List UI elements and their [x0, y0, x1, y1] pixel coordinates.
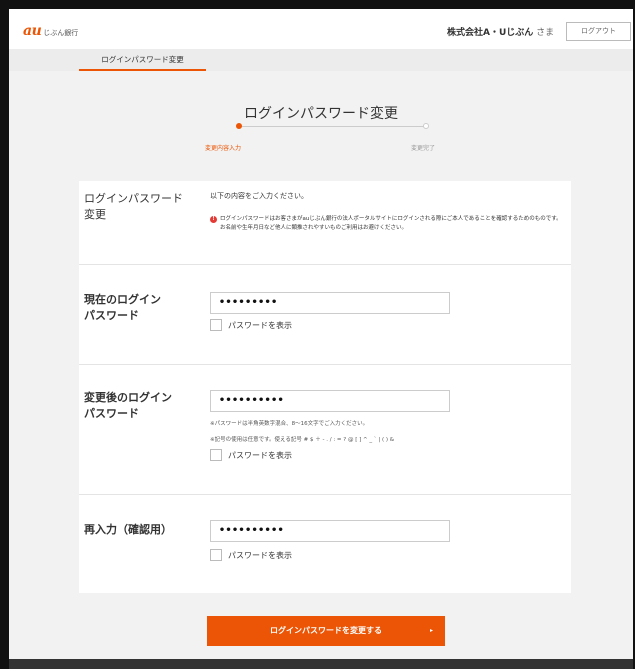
- current-password-label-line2: パスワード: [84, 309, 139, 322]
- change-password-submit-button[interactable]: ログインパスワードを変更する ▸: [207, 616, 445, 646]
- form-row-confirm-password: 再入力（確認用） •••••••••• パスワードを表示: [79, 495, 571, 593]
- new-show-password-checkbox[interactable]: パスワードを表示: [210, 449, 292, 461]
- tab-login-password-change[interactable]: ログインパスワード変更: [79, 49, 206, 71]
- step-dot-current: [236, 123, 242, 129]
- symbol-rule-hint: ※記号の使用は任意です。使える記号 # $ ＋ - . / : = ? @ [ …: [210, 437, 395, 443]
- checkbox-icon[interactable]: [210, 449, 222, 461]
- tab-bar: ログインパスワード変更: [9, 49, 633, 71]
- password-form: ログインパスワード 変更 以下の内容をご入力ください。 ! ログインパスワードは…: [79, 181, 571, 593]
- current-password-label-line1: 現在のログイン: [84, 293, 161, 306]
- user-name: 株式会社A・Uじぶん さま: [447, 25, 554, 38]
- intro-text: 以下の内容をご入力ください。: [210, 192, 308, 200]
- bank-logo[interactable]: au じぶん銀行: [23, 23, 78, 39]
- alert-icon: !: [210, 216, 217, 223]
- step-label-complete: 変更完了: [411, 145, 436, 152]
- notice-text: ! ログインパスワードはお客さまがauじぶん銀行の法人ポータルサイトにログインさ…: [210, 215, 565, 233]
- current-show-password-checkbox[interactable]: パスワードを表示: [210, 319, 292, 331]
- site-header: au じぶん銀行 株式会社A・Uじぶん さま ログアウト: [9, 9, 633, 49]
- step-label-input: 変更内容入力: [205, 145, 242, 152]
- new-password-label: 変更後のログイン パスワード: [84, 390, 172, 422]
- logout-button[interactable]: ログアウト: [566, 22, 631, 41]
- user-suffix: さま: [536, 28, 555, 38]
- current-password-label: 現在のログイン パスワード: [84, 292, 161, 324]
- show-password-label: パスワードを表示: [228, 320, 292, 330]
- stepper-line: [239, 126, 426, 127]
- checkbox-icon[interactable]: [210, 319, 222, 331]
- form-row-intro: ログインパスワード 変更 以下の内容をご入力ください。 ! ログインパスワードは…: [79, 181, 571, 265]
- form-row-current-password: 現在のログイン パスワード ••••••••• パスワードを表示: [79, 265, 571, 365]
- notice-body: ログインパスワードはお客さまがauじぶん銀行の法人ポータルサイトにログインされる…: [220, 216, 562, 231]
- page-title: ログインパスワード変更: [244, 106, 398, 122]
- user-company: 株式会社A・Uじぶん: [447, 28, 534, 38]
- show-password-label: パスワードを表示: [228, 450, 292, 460]
- site-footer: [9, 659, 633, 669]
- confirm-password-label: 再入力（確認用）: [84, 523, 172, 536]
- new-password-label-line2: パスワード: [84, 407, 139, 420]
- new-password-input[interactable]: ••••••••••: [210, 390, 450, 412]
- section-label: ログインパスワード 変更: [84, 191, 183, 223]
- submit-label: ログインパスワードを変更する: [270, 626, 382, 635]
- section-label-line1: ログインパスワード: [84, 192, 183, 205]
- arrow-right-icon: ▸: [429, 627, 433, 634]
- browser-frame: au じぶん銀行 株式会社A・Uじぶん さま ログアウト ログインパスワード変更…: [0, 0, 635, 669]
- step-dot-next: [423, 123, 429, 129]
- logo-mark: au: [23, 23, 42, 39]
- show-password-label: パスワードを表示: [228, 550, 292, 560]
- logo-text: じぶん銀行: [43, 29, 79, 37]
- confirm-show-password-checkbox[interactable]: パスワードを表示: [210, 549, 292, 561]
- form-row-new-password: 変更後のログイン パスワード •••••••••• ※パスワードは半角英数字混合…: [79, 365, 571, 495]
- current-password-input[interactable]: •••••••••: [210, 292, 450, 314]
- checkbox-icon[interactable]: [210, 549, 222, 561]
- confirm-password-input[interactable]: ••••••••••: [210, 520, 450, 542]
- new-password-label-line1: 変更後のログイン: [84, 391, 172, 404]
- main-content: ログインパスワード変更 変更内容入力 変更完了 ログインパスワード 変更 以下の…: [9, 71, 633, 669]
- section-label-line2: 変更: [84, 208, 106, 221]
- password-rule-hint: ※パスワードは半角英数字混合、8〜16文字でご入力ください。: [210, 421, 369, 427]
